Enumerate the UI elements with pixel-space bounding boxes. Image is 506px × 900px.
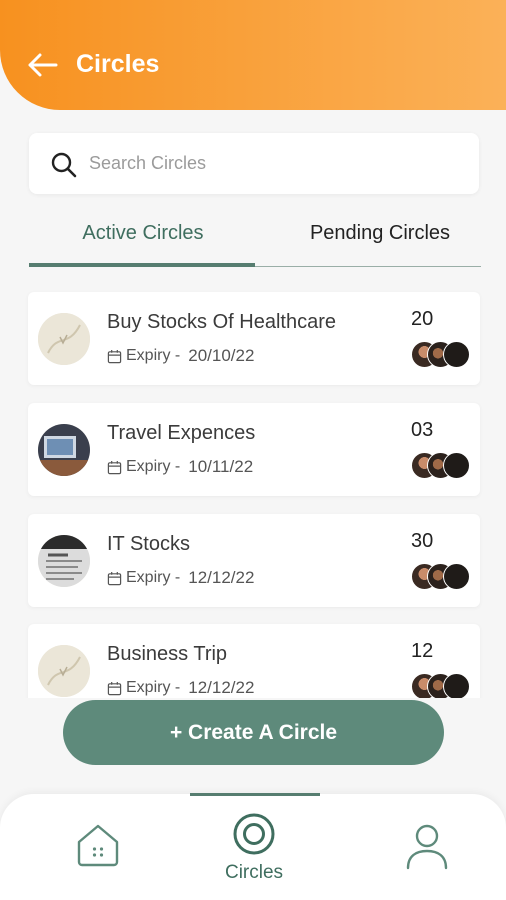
member-count: 03 (411, 419, 434, 441)
circle-expiry: Expiry - 12/12/22 (107, 678, 254, 698)
calendar-icon (107, 571, 122, 585)
circle-card[interactable]: Travel Expences Expiry - 10/11/22 03 (28, 403, 480, 496)
member-avatars (411, 452, 471, 480)
search-box (29, 133, 479, 194)
page-title: Circles (76, 50, 160, 78)
search-input[interactable] (89, 133, 459, 194)
calendar-icon (107, 681, 122, 695)
nav-circles[interactable]: Circles (218, 810, 290, 890)
member-count: 20 (411, 308, 434, 330)
nav-active-indicator (190, 793, 320, 796)
expiry-date: 10/11/22 (188, 457, 254, 476)
avatar (443, 452, 470, 479)
avatar (443, 341, 470, 368)
search-icon (51, 152, 77, 178)
circle-thumbnail (38, 645, 90, 697)
circle-title: Buy Stocks Of Healthcare (107, 311, 336, 333)
circle-card[interactable]: IT Stocks Expiry - 12/12/22 30 (28, 514, 480, 607)
circle-expiry: Expiry - 20/10/22 (107, 346, 254, 366)
member-count: 30 (411, 530, 434, 552)
expiry-label: Expiry - (126, 458, 181, 475)
expiry-date: 12/12/22 (188, 568, 255, 587)
circle-thumbnail (38, 313, 90, 365)
circle-title: Business Trip (107, 643, 228, 665)
create-circle-button[interactable]: + Create A Circle (63, 700, 444, 765)
member-avatars (411, 563, 471, 591)
circle-expiry: Expiry - 10/11/22 (107, 457, 253, 477)
expiry-label: Expiry - (126, 569, 181, 586)
circles-icon (233, 813, 275, 855)
expiry-date: 12/12/22 (188, 678, 255, 697)
circle-title: IT Stocks (107, 533, 190, 555)
member-count: 12 (411, 640, 434, 662)
calendar-icon (107, 349, 122, 363)
arrow-left-icon[interactable] (26, 51, 58, 79)
avatar (443, 563, 470, 590)
member-avatars (411, 673, 471, 698)
home-icon[interactable] (73, 822, 123, 868)
expiry-label: Expiry - (126, 347, 181, 364)
calendar-icon (107, 460, 122, 474)
expiry-label: Expiry - (126, 679, 181, 696)
circle-card[interactable]: Business Trip Expiry - 12/12/22 12 (28, 624, 480, 698)
member-avatars (411, 341, 471, 369)
circles-list: Buy Stocks Of Healthcare Expiry - 20/10/… (0, 280, 506, 698)
circle-thumbnail (38, 535, 90, 587)
profile-icon[interactable] (404, 822, 450, 870)
avatar (443, 673, 470, 698)
tab-pending-circles[interactable]: Pending Circles (280, 222, 480, 258)
expiry-date: 20/10/22 (188, 346, 255, 365)
circle-title: Travel Expences (107, 422, 256, 444)
circle-card[interactable]: Buy Stocks Of Healthcare Expiry - 20/10/… (28, 292, 480, 385)
tab-active-indicator (29, 263, 255, 267)
circle-thumbnail (38, 424, 90, 476)
nav-circles-label: Circles (224, 862, 284, 883)
tab-active-circles[interactable]: Active Circles (29, 222, 257, 258)
circle-expiry: Expiry - 12/12/22 (107, 568, 254, 588)
app-header: Circles (0, 0, 506, 110)
